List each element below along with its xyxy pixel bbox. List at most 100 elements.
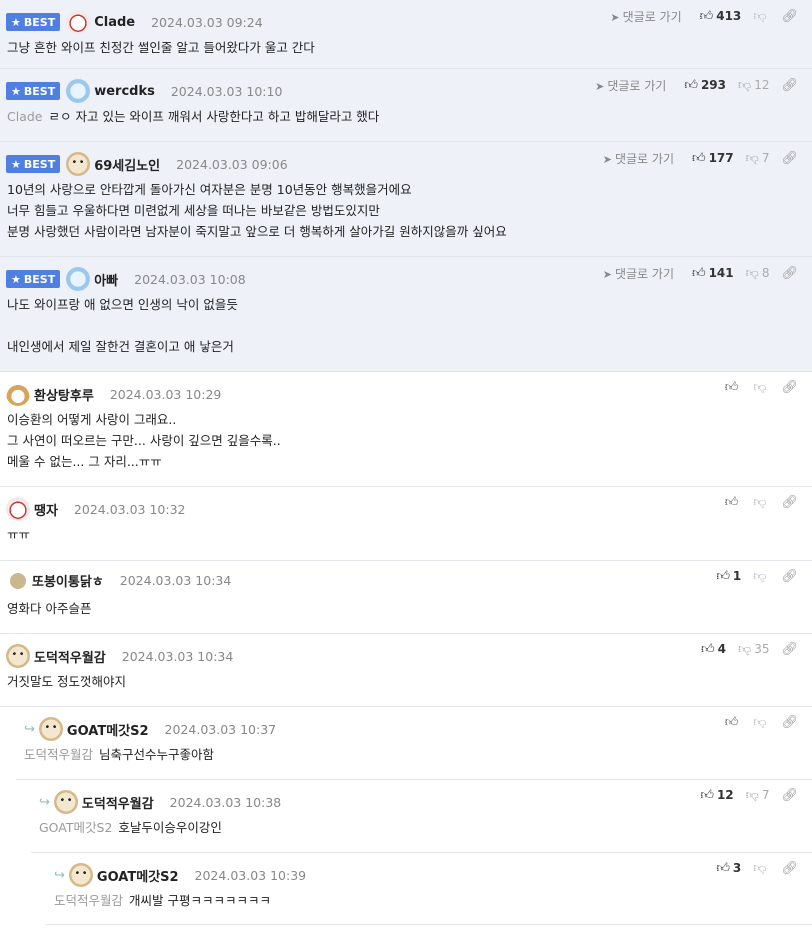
link-icon[interactable]: 🔗︎ — [781, 788, 798, 803]
upvote-button[interactable]: 👍︎ — [725, 380, 742, 395]
comment-item: ★ BEST 69세김노인 2024.03.03 09:06 ➤ 댓글로 가기 👍︎ 177 👎… — [0, 142, 812, 257]
avatar[interactable] — [66, 79, 91, 103]
upvote-button[interactable]: 👍︎ 4 — [701, 642, 726, 657]
downvote-count: 7 — [761, 151, 770, 165]
thumbs-up-icon: 👍︎ — [724, 380, 739, 395]
goto-comment-link[interactable]: ➤ 댓글로 가기 — [610, 8, 681, 25]
avatar[interactable] — [10, 572, 26, 589]
goto-comment-link[interactable]: ➤ 댓글로 가기 — [595, 77, 666, 94]
author-name[interactable]: 도덕적우월감 — [34, 647, 106, 666]
comment-line: 도덕적우월감 개씨발 구평ㅋㅋㅋㅋㅋㅋㅋ — [54, 893, 271, 908]
comment-item: ★ BEST 아빠 2024.03.03 10:08 ➤ 댓글로 가기 👍︎ 141 👎︎ 8 🔗︎… — [0, 257, 812, 372]
upvote-button[interactable]: 👍︎ 1 — [716, 569, 741, 584]
author-name[interactable]: 도덕적우월감 — [82, 793, 154, 812]
downvote-button[interactable]: 👎︎ — [753, 715, 769, 730]
comment-actions: 👍︎ 3 👎︎ 🔗︎ — [716, 861, 798, 876]
reply-target[interactable]: 도덕적우월감 — [24, 747, 93, 762]
author-name[interactable]: 땡자 — [34, 500, 58, 519]
reply-target[interactable]: 도덕적우월감 — [54, 893, 123, 908]
thumbs-down-icon: 👎︎ — [753, 380, 767, 395]
upvote-button[interactable]: 👍︎ 413 — [700, 9, 742, 24]
avatar[interactable] — [66, 10, 91, 34]
link-icon[interactable]: 🔗︎ — [781, 495, 798, 510]
comment-actions: 👍︎ 👎︎ 🔗︎ — [725, 715, 798, 730]
star-icon: ★ — [11, 272, 21, 286]
goto-comment-link[interactable]: ➤ 댓글로 가기 — [603, 265, 674, 282]
comment-actions: ➤ 댓글로 가기 👍︎ 141 👎︎ 8 🔗︎ — [603, 265, 798, 282]
comment-item: 도덕적우월감 2024.03.03 10:34 👍︎ 4 👎︎ 35 🔗︎ 거짓말도 정도껏해… — [0, 634, 812, 707]
link-icon[interactable]: 🔗︎ — [781, 151, 798, 166]
comment-actions: ➤ 댓글로 가기 👍︎ 413 👎︎ 🔗︎ — [610, 8, 798, 25]
downvote-button[interactable]: 👎︎ — [753, 861, 769, 876]
goto-comment-link[interactable]: ➤ 댓글로 가기 — [603, 150, 674, 167]
comment-header: 도덕적우월감 2024.03.03 10:34 — [6, 644, 233, 668]
comment-line: ㅠㅠ — [7, 527, 31, 542]
avatar[interactable] — [6, 497, 30, 521]
link-icon[interactable]: 🔗︎ — [781, 78, 798, 93]
downvote-button[interactable]: 👎︎ — [753, 380, 769, 395]
author-name[interactable]: 아빠 — [94, 270, 118, 289]
link-icon[interactable]: 🔗︎ — [781, 715, 798, 730]
author-name[interactable]: GOAT메갓S2 — [67, 720, 149, 739]
downvote-button[interactable]: 👎︎ 7 — [746, 151, 770, 166]
thumbs-down-icon: 👎︎ — [753, 861, 767, 876]
comment-date: 2024.03.03 10:37 — [164, 721, 277, 737]
comment-line: 분명 사랑했던 사람이라면 남자분이 죽지말고 앞으로 더 행복하게 살아가길 … — [7, 224, 507, 239]
downvote-button[interactable]: 👎︎ 35 — [738, 642, 769, 657]
thumbs-up-icon: 👍︎ — [691, 151, 706, 166]
link-icon[interactable]: 🔗︎ — [781, 861, 798, 876]
comment-line: 그 사연이 떠오르는 구만... 사랑이 깊으면 깊을수록.. — [7, 433, 281, 448]
comment-line: 이승환의 어떻게 사랑이 그래요.. — [7, 412, 177, 427]
downvote-button[interactable]: 👎︎ — [753, 9, 769, 24]
comment-body: 나도 와이프랑 애 없으면 인생의 낙이 없을듯 내인생에서 제일 잘한건 결혼이… — [7, 294, 238, 357]
avatar[interactable] — [6, 644, 30, 668]
upvote-button[interactable]: 👍︎ 141 — [692, 266, 734, 281]
thumbs-down-icon: 👎︎ — [753, 569, 767, 584]
upvote-count: 293 — [700, 78, 726, 92]
avatar[interactable] — [6, 382, 30, 406]
avatar[interactable] — [38, 717, 63, 741]
best-badge: ★ BEST — [6, 82, 61, 100]
comment-body: 도덕적우월감 개씨발 구평ㅋㅋㅋㅋㅋㅋㅋ — [54, 890, 271, 911]
avatar[interactable] — [66, 152, 91, 176]
avatar[interactable] — [66, 267, 91, 291]
comment-header: ↪ GOAT메갓S2 2024.03.03 10:37 — [24, 717, 276, 741]
downvote-button[interactable]: 👎︎ — [753, 569, 769, 584]
link-icon[interactable]: 🔗︎ — [781, 380, 798, 395]
avatar[interactable] — [68, 863, 93, 887]
downvote-button[interactable]: 👎︎ 7 — [746, 788, 770, 803]
comment-date: 2024.03.03 10:34 — [121, 648, 234, 664]
downvote-button[interactable]: 👎︎ 8 — [746, 266, 770, 281]
comment-body: 도덕적우월감 님축구선수누구좋아함 — [24, 744, 214, 765]
comment-header: ★ BEST wercdks 2024.03.03 10:10 — [6, 79, 282, 103]
link-icon[interactable]: 🔗︎ — [781, 9, 798, 24]
upvote-count: 3 — [732, 861, 742, 875]
upvote-count: 12 — [716, 788, 734, 802]
comment-header: ↪ 도덕적우월감 2024.03.03 10:38 — [39, 790, 281, 814]
link-icon[interactable]: 🔗︎ — [781, 266, 798, 281]
reply-target[interactable]: GOAT메갓S2 — [39, 820, 112, 835]
author-name[interactable]: 환상탕후루 — [34, 385, 94, 404]
upvote-button[interactable]: 👍︎ 177 — [692, 151, 734, 166]
upvote-count: 177 — [708, 151, 734, 165]
avatar[interactable] — [53, 790, 78, 814]
downvote-button[interactable]: 👎︎ — [753, 495, 769, 510]
comment-body: 영화다 아주슬픈 — [7, 598, 91, 619]
link-icon[interactable]: 🔗︎ — [781, 642, 798, 657]
upvote-button[interactable]: 👍︎ 3 — [716, 861, 741, 876]
reply-target[interactable]: Clade — [7, 109, 43, 124]
comment-date: 2024.03.03 10:39 — [194, 867, 307, 883]
comment-line: 너무 힘들고 우울하다면 미련없게 세상을 떠나는 바보같은 방법도있지만 — [7, 203, 380, 218]
author-name[interactable]: Clade — [94, 15, 135, 30]
upvote-button[interactable]: 👍︎ — [725, 715, 742, 730]
author-name[interactable]: 69세김노인 — [94, 155, 160, 174]
upvote-button[interactable]: 👍︎ 12 — [700, 788, 733, 803]
author-name[interactable]: 또봉이통닭ㅎ — [32, 571, 104, 590]
link-icon[interactable]: 🔗︎ — [781, 569, 798, 584]
downvote-button[interactable]: 👎︎ 12 — [738, 78, 769, 93]
best-badge: ★ BEST — [6, 13, 61, 31]
author-name[interactable]: wercdks — [94, 84, 155, 99]
author-name[interactable]: GOAT메갓S2 — [97, 866, 179, 885]
upvote-button[interactable]: 👍︎ 293 — [684, 78, 726, 93]
upvote-button[interactable]: 👍︎ — [725, 495, 742, 510]
